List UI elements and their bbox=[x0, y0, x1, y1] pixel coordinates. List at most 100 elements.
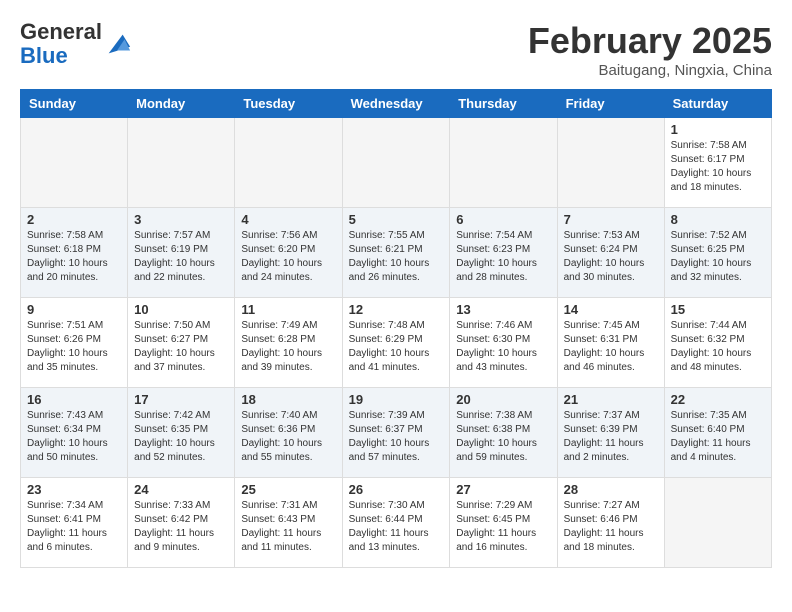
day-info: Sunrise: 7:58 AM Sunset: 6:18 PM Dayligh… bbox=[27, 229, 121, 285]
calendar-cell: 27Sunrise: 7:29 AM Sunset: 6:45 PM Dayli… bbox=[450, 478, 557, 568]
calendar-cell: 7 Sunrise: 7:53 AM Sunset: 6:24 PM Daylig… bbox=[557, 208, 664, 298]
day-number: 1 bbox=[671, 122, 765, 137]
month-title: February 2025 bbox=[528, 20, 772, 62]
day-number: 28 bbox=[564, 482, 658, 497]
calendar-cell bbox=[664, 478, 771, 568]
logo: General Blue bbox=[20, 20, 132, 68]
day-info: Sunrise: 7:51 AM Sunset: 6:26 PM Dayligh… bbox=[27, 319, 121, 375]
day-number: 15 bbox=[671, 302, 765, 317]
calendar-cell: 1 Sunrise: 7:58 AM Sunset: 6:17 PM Daylig… bbox=[664, 118, 771, 208]
calendar-cell: 14 Sunrise: 7:45 AM Sunset: 6:31 PM Dayli… bbox=[557, 298, 664, 388]
day-number: 22 bbox=[671, 392, 765, 407]
calendar-cell: 17 Sunrise: 7:42 AM Sunset: 6:35 PM Dayli… bbox=[128, 388, 235, 478]
calendar-cell: 23 Sunrise: 7:34 AM Sunset: 6:41 PM Dayli… bbox=[21, 478, 128, 568]
week-row-4: 16Sunrise: 7:43 AM Sunset: 6:34 PM Dayli… bbox=[21, 388, 772, 478]
day-info: Sunrise: 7:30 AM Sunset: 6:44 PM Dayligh… bbox=[349, 499, 444, 555]
calendar-cell: 20 Sunrise: 7:38 AM Sunset: 6:38 PM Dayli… bbox=[450, 388, 557, 478]
logo-general: General bbox=[20, 19, 102, 44]
day-info: Sunrise: 7:53 AM Sunset: 6:24 PM Dayligh… bbox=[564, 229, 658, 285]
day-number: 4 bbox=[241, 212, 335, 227]
day-number: 5 bbox=[349, 212, 444, 227]
weekday-header-row: SundayMondayTuesdayWednesdayThursdayFrid… bbox=[21, 90, 772, 118]
day-number: 20 bbox=[456, 392, 550, 407]
day-number: 12 bbox=[349, 302, 444, 317]
weekday-header-friday: Friday bbox=[557, 90, 664, 118]
weekday-header-tuesday: Tuesday bbox=[235, 90, 342, 118]
weekday-header-monday: Monday bbox=[128, 90, 235, 118]
day-number: 18 bbox=[241, 392, 335, 407]
weekday-header-wednesday: Wednesday bbox=[342, 90, 450, 118]
calendar-cell bbox=[21, 118, 128, 208]
weekday-header-thursday: Thursday bbox=[450, 90, 557, 118]
calendar-cell: 5 Sunrise: 7:55 AM Sunset: 6:21 PM Daylig… bbox=[342, 208, 450, 298]
day-info: Sunrise: 7:58 AM Sunset: 6:17 PM Dayligh… bbox=[671, 139, 765, 195]
calendar-cell bbox=[342, 118, 450, 208]
calendar-cell: 16Sunrise: 7:43 AM Sunset: 6:34 PM Dayli… bbox=[21, 388, 128, 478]
day-info: Sunrise: 7:34 AM Sunset: 6:41 PM Dayligh… bbox=[27, 499, 121, 555]
calendar-cell bbox=[557, 118, 664, 208]
day-info: Sunrise: 7:57 AM Sunset: 6:19 PM Dayligh… bbox=[134, 229, 228, 285]
day-info: Sunrise: 7:42 AM Sunset: 6:35 PM Dayligh… bbox=[134, 409, 228, 465]
calendar-cell: 26 Sunrise: 7:30 AM Sunset: 6:44 PM Dayli… bbox=[342, 478, 450, 568]
calendar-cell: 4 Sunrise: 7:56 AM Sunset: 6:20 PM Daylig… bbox=[235, 208, 342, 298]
day-info: Sunrise: 7:50 AM Sunset: 6:27 PM Dayligh… bbox=[134, 319, 228, 375]
calendar-cell: 22 Sunrise: 7:35 AM Sunset: 6:40 PM Dayli… bbox=[664, 388, 771, 478]
calendar-cell: 24Sunrise: 7:33 AM Sunset: 6:42 PM Dayli… bbox=[128, 478, 235, 568]
calendar-cell bbox=[128, 118, 235, 208]
day-number: 9 bbox=[27, 302, 121, 317]
calendar-cell: 28Sunrise: 7:27 AM Sunset: 6:46 PM Dayli… bbox=[557, 478, 664, 568]
day-number: 7 bbox=[564, 212, 658, 227]
day-info: Sunrise: 7:54 AM Sunset: 6:23 PM Dayligh… bbox=[456, 229, 550, 285]
day-number: 6 bbox=[456, 212, 550, 227]
logo-blue: Blue bbox=[20, 43, 68, 68]
day-info: Sunrise: 7:29 AM Sunset: 6:45 PM Dayligh… bbox=[456, 499, 550, 555]
calendar-cell: 3Sunrise: 7:57 AM Sunset: 6:19 PM Daylig… bbox=[128, 208, 235, 298]
day-info: Sunrise: 7:38 AM Sunset: 6:38 PM Dayligh… bbox=[456, 409, 550, 465]
day-number: 13 bbox=[456, 302, 550, 317]
day-info: Sunrise: 7:35 AM Sunset: 6:40 PM Dayligh… bbox=[671, 409, 765, 465]
calendar-cell: 25 Sunrise: 7:31 AM Sunset: 6:43 PM Dayli… bbox=[235, 478, 342, 568]
day-info: Sunrise: 7:55 AM Sunset: 6:21 PM Dayligh… bbox=[349, 229, 444, 285]
week-row-5: 23 Sunrise: 7:34 AM Sunset: 6:41 PM Dayli… bbox=[21, 478, 772, 568]
day-info: Sunrise: 7:44 AM Sunset: 6:32 PM Dayligh… bbox=[671, 319, 765, 375]
day-number: 8 bbox=[671, 212, 765, 227]
day-info: Sunrise: 7:31 AM Sunset: 6:43 PM Dayligh… bbox=[241, 499, 335, 555]
day-number: 25 bbox=[241, 482, 335, 497]
calendar-table: SundayMondayTuesdayWednesdayThursdayFrid… bbox=[20, 89, 772, 568]
calendar-cell: 15 Sunrise: 7:44 AM Sunset: 6:32 PM Dayli… bbox=[664, 298, 771, 388]
calendar-cell: 19Sunrise: 7:39 AM Sunset: 6:37 PM Dayli… bbox=[342, 388, 450, 478]
logo-icon bbox=[104, 30, 132, 58]
day-info: Sunrise: 7:56 AM Sunset: 6:20 PM Dayligh… bbox=[241, 229, 335, 285]
week-row-1: 1 Sunrise: 7:58 AM Sunset: 6:17 PM Daylig… bbox=[21, 118, 772, 208]
week-row-2: 2 Sunrise: 7:58 AM Sunset: 6:18 PM Daylig… bbox=[21, 208, 772, 298]
day-info: Sunrise: 7:37 AM Sunset: 6:39 PM Dayligh… bbox=[564, 409, 658, 465]
day-number: 23 bbox=[27, 482, 121, 497]
title-block: February 2025 Baitugang, Ningxia, China bbox=[528, 20, 772, 79]
calendar-cell: 11Sunrise: 7:49 AM Sunset: 6:28 PM Dayli… bbox=[235, 298, 342, 388]
day-number: 14 bbox=[564, 302, 658, 317]
calendar-cell: 6 Sunrise: 7:54 AM Sunset: 6:23 PM Daylig… bbox=[450, 208, 557, 298]
calendar-cell bbox=[235, 118, 342, 208]
calendar-cell: 2 Sunrise: 7:58 AM Sunset: 6:18 PM Daylig… bbox=[21, 208, 128, 298]
day-info: Sunrise: 7:40 AM Sunset: 6:36 PM Dayligh… bbox=[241, 409, 335, 465]
day-info: Sunrise: 7:45 AM Sunset: 6:31 PM Dayligh… bbox=[564, 319, 658, 375]
location: Baitugang, Ningxia, China bbox=[528, 62, 772, 79]
calendar-cell: 18 Sunrise: 7:40 AM Sunset: 6:36 PM Dayli… bbox=[235, 388, 342, 478]
day-number: 17 bbox=[134, 392, 228, 407]
day-info: Sunrise: 7:49 AM Sunset: 6:28 PM Dayligh… bbox=[241, 319, 335, 375]
day-number: 26 bbox=[349, 482, 444, 497]
day-number: 10 bbox=[134, 302, 228, 317]
day-number: 24 bbox=[134, 482, 228, 497]
weekday-header-sunday: Sunday bbox=[21, 90, 128, 118]
page-header: General Blue February 2025 Baitugang, Ni… bbox=[20, 20, 772, 79]
day-info: Sunrise: 7:48 AM Sunset: 6:29 PM Dayligh… bbox=[349, 319, 444, 375]
calendar-cell: 10 Sunrise: 7:50 AM Sunset: 6:27 PM Dayli… bbox=[128, 298, 235, 388]
day-number: 21 bbox=[564, 392, 658, 407]
day-info: Sunrise: 7:52 AM Sunset: 6:25 PM Dayligh… bbox=[671, 229, 765, 285]
calendar-cell bbox=[450, 118, 557, 208]
day-number: 2 bbox=[27, 212, 121, 227]
day-number: 19 bbox=[349, 392, 444, 407]
day-info: Sunrise: 7:43 AM Sunset: 6:34 PM Dayligh… bbox=[27, 409, 121, 465]
week-row-3: 9 Sunrise: 7:51 AM Sunset: 6:26 PM Daylig… bbox=[21, 298, 772, 388]
calendar-cell: 9 Sunrise: 7:51 AM Sunset: 6:26 PM Daylig… bbox=[21, 298, 128, 388]
